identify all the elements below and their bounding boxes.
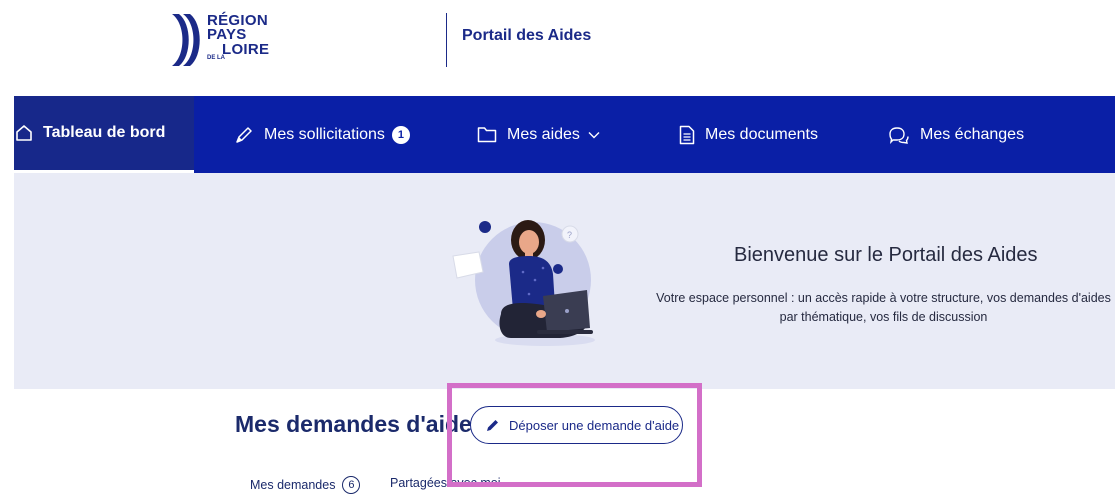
tab-label: Mes demandes — [250, 478, 336, 492]
main-nav: Tableau de bord Mes sollicitations 1 Mes… — [14, 96, 1115, 173]
logo-mark-icon — [172, 14, 200, 66]
document-icon — [679, 125, 695, 144]
portal-title: Portail des Aides — [462, 27, 592, 44]
pen-icon — [236, 126, 252, 143]
tab-count: 6 — [342, 476, 361, 494]
tab-mes-demandes[interactable]: Mes demandes 6 — [250, 476, 361, 494]
home-icon — [16, 125, 32, 141]
header-divider — [446, 13, 447, 67]
welcome-illustration: ? — [452, 220, 595, 346]
svg-text:?: ? — [567, 230, 572, 240]
region-logo[interactable]: RÉGION PAYS DE LA LOIRE — [170, 12, 280, 70]
nav-label: Mes sollicitations — [264, 125, 385, 143]
nav-item-tableau-de-bord[interactable]: Tableau de bord — [14, 96, 194, 173]
logo-text-pays: PAYS — [207, 26, 247, 43]
welcome-description: Votre espace personnel : un accès rapide… — [656, 291, 1111, 324]
chevron-down-icon — [588, 131, 600, 138]
folder-icon — [477, 127, 497, 143]
nav-label: Mes échanges — [920, 125, 1025, 143]
nav-label: Mes aides — [507, 125, 580, 143]
chat-icon — [889, 126, 909, 144]
welcome-title: Bienvenue sur le Portail des Aides — [734, 244, 1038, 266]
nav-item-mes-sollicitations[interactable]: Mes sollicitations 1 — [234, 96, 410, 173]
notification-badge: 1 — [391, 125, 410, 144]
nav-item-mes-documents[interactable]: Mes documents — [679, 96, 818, 173]
nav-item-mes-echanges[interactable]: Mes échanges — [888, 96, 1024, 173]
logo-text-loire: LOIRE — [222, 41, 270, 58]
nav-label: Mes documents — [705, 125, 818, 143]
nav-item-mes-aides[interactable]: Mes aides — [477, 96, 600, 173]
header: RÉGION PAYS DE LA LOIRE Portail des Aide… — [0, 0, 1115, 96]
highlight-annotation — [447, 383, 702, 487]
nav-label: Tableau de bord — [43, 124, 166, 141]
